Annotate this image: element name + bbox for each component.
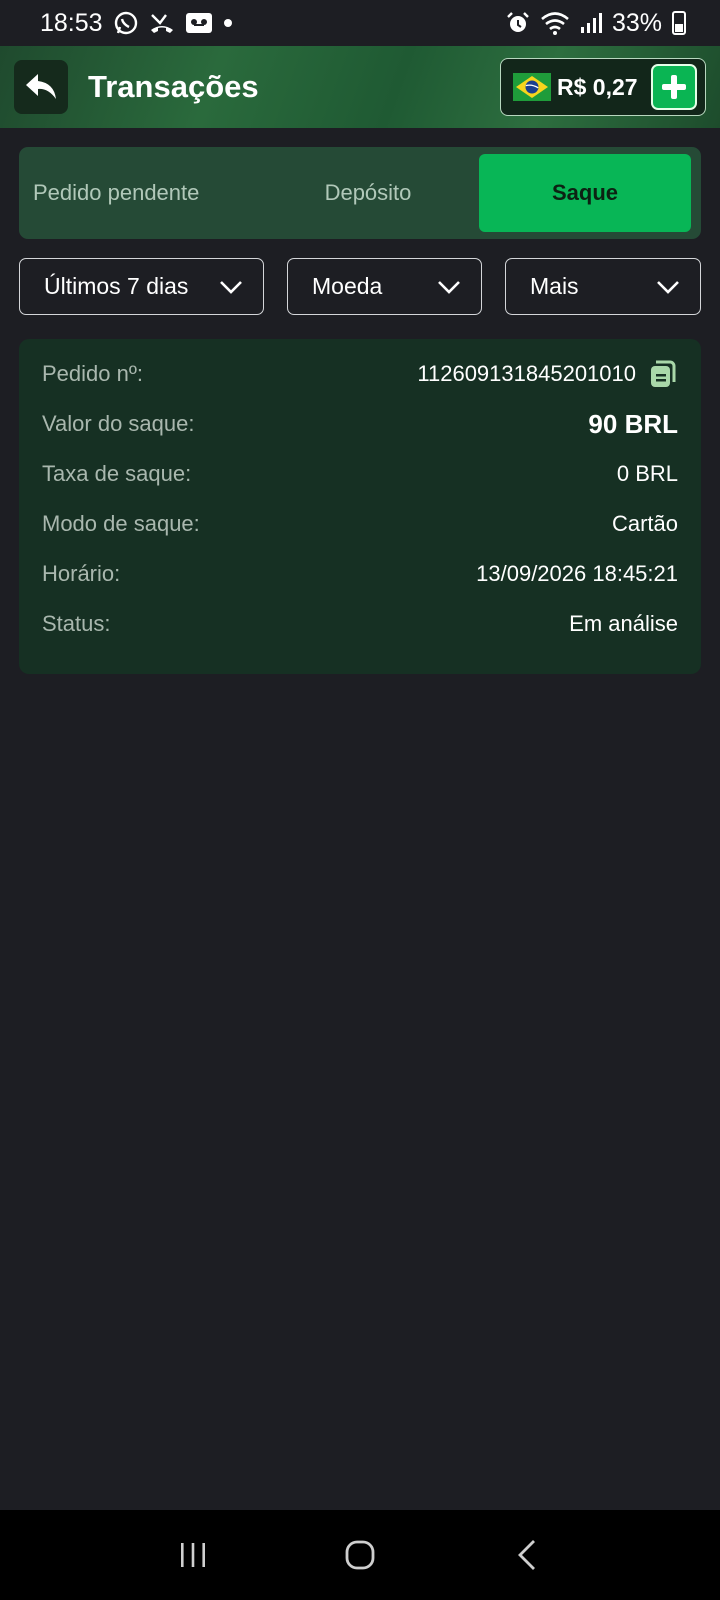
status-value: Em análise (569, 611, 678, 636)
more-filter-label: Mais (530, 273, 579, 299)
notification-dot-icon (223, 18, 233, 28)
transaction-tabs: Pedido pendente Depósito Saque (19, 147, 701, 239)
order-number-value: 112609131845201010 (417, 361, 636, 386)
more-filter-dropdown[interactable]: Mais (505, 258, 701, 315)
chevron-down-icon (437, 280, 461, 294)
whatsapp-icon (113, 10, 139, 36)
order-number-value-group: 112609131845201010 (417, 359, 678, 389)
time-row: Horário: 13/09/2026 18:45:21 (42, 554, 678, 594)
withdraw-fee-row: Taxa de saque: 0 BRL (42, 454, 678, 494)
signal-icon (580, 12, 602, 34)
status-time: 18:53 (40, 8, 103, 37)
transaction-card: Pedido nº: 112609131845201010 Valor do s… (19, 339, 701, 674)
voicemail-icon (185, 11, 213, 35)
chevron-down-icon (656, 280, 680, 294)
recent-apps-button[interactable] (163, 1530, 223, 1580)
copy-icon[interactable] (648, 359, 678, 389)
time-label: Horário: (42, 561, 121, 586)
battery-icon (672, 11, 686, 35)
system-back-button[interactable] (497, 1530, 557, 1580)
back-arrow-icon (26, 74, 56, 99)
chevron-down-icon (219, 280, 243, 294)
currency-filter-label: Moeda (312, 273, 383, 299)
withdraw-fee-value: 0 BRL (616, 461, 678, 486)
withdraw-amount-row: Valor do saque: 90 BRL (42, 404, 678, 444)
add-funds-button[interactable] (651, 64, 697, 110)
chevron-left-icon (517, 1540, 535, 1570)
currency-filter-dropdown[interactable]: Moeda (287, 258, 482, 315)
home-button[interactable] (330, 1530, 390, 1580)
recent-apps-icon (181, 1543, 206, 1567)
withdraw-fee-label: Taxa de saque: (42, 461, 192, 486)
time-value: 13/09/2026 18:45:21 (476, 561, 678, 586)
missed-call-icon (149, 10, 175, 36)
plus-icon (662, 75, 686, 99)
balance-box[interactable]: R$ 0,27 (500, 58, 706, 116)
system-nav-bar (0, 1510, 720, 1600)
order-number-label: Pedido nº: (42, 361, 143, 386)
withdraw-mode-value: Cartão (611, 511, 678, 536)
withdraw-mode-row: Modo de saque: Cartão (42, 504, 678, 544)
order-number-row: Pedido nº: 112609131845201010 (42, 354, 678, 394)
withdraw-amount-value: 90 BRL (588, 408, 678, 439)
back-button[interactable] (14, 60, 68, 114)
header: Transações R$ 0,27 (0, 46, 720, 128)
status-label: Status: (42, 611, 111, 636)
withdraw-mode-label: Modo de saque: (42, 511, 200, 536)
status-row: Status: Em análise (42, 604, 678, 644)
period-filter-dropdown[interactable]: Últimos 7 dias (19, 258, 264, 315)
balance-amount: R$ 0,27 (557, 73, 638, 100)
period-filter-label: Últimos 7 dias (44, 273, 189, 299)
status-left: 18:53 (40, 9, 233, 38)
home-icon (345, 1540, 375, 1570)
battery-percent: 33% (611, 8, 662, 37)
brazil-flag-icon (513, 73, 551, 101)
tab-pending-order[interactable]: Pedido pendente (27, 154, 257, 232)
status-bar: 18:53 33% (0, 0, 720, 46)
withdraw-amount-label: Valor do saque: (42, 411, 195, 436)
alarm-icon (506, 11, 530, 35)
tab-withdraw[interactable]: Saque (479, 154, 691, 232)
wifi-icon (540, 11, 570, 35)
page-title: Transações (88, 69, 259, 104)
status-right: 33% (506, 9, 686, 38)
tab-deposit[interactable]: Depósito (257, 154, 479, 232)
